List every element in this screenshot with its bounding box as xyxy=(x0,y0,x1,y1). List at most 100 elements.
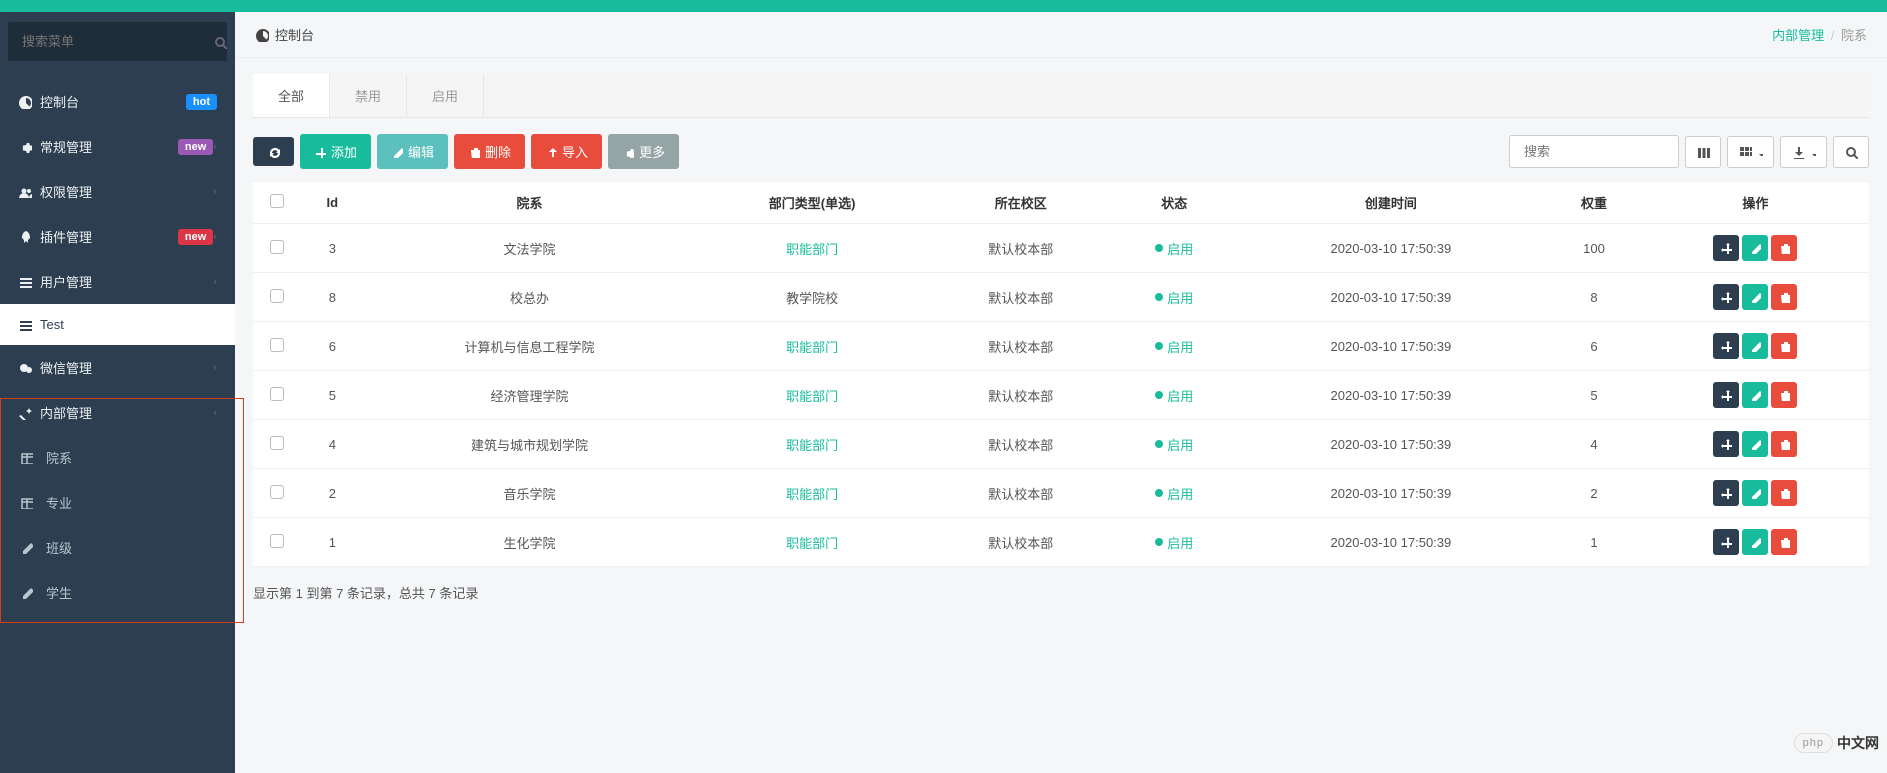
move-icon xyxy=(1720,340,1732,352)
row-delete-button[interactable] xyxy=(1771,529,1797,555)
add-button[interactable]: 添加 xyxy=(300,134,371,169)
row-delete-button[interactable] xyxy=(1771,480,1797,506)
sidebar-search-button[interactable] xyxy=(212,22,227,61)
toolbar: 添加 编辑 删除 导入 更多 xyxy=(253,118,1869,181)
sidebar-item-7[interactable]: 内部管理 ‹ xyxy=(0,390,235,435)
cell-weight: 100 xyxy=(1546,224,1641,273)
row-checkbox[interactable] xyxy=(270,436,284,450)
sidebar-item-3[interactable]: 插件管理 new ‹ xyxy=(0,214,235,259)
sidebar-item-4[interactable]: 用户管理 ‹ xyxy=(0,259,235,304)
search-toggle-button[interactable] xyxy=(1833,136,1869,168)
tab-1[interactable]: 禁用 xyxy=(330,74,407,117)
trash-icon xyxy=(1778,438,1790,450)
tab-2[interactable]: 启用 xyxy=(407,74,484,117)
sidebar-subitem-label: 班级 xyxy=(46,538,217,557)
search-icon xyxy=(1844,145,1858,159)
sidebar-item-2[interactable]: 权限管理 ‹ xyxy=(0,169,235,214)
move-icon xyxy=(1720,487,1732,499)
sidebar-subitem-0[interactable]: 院系 xyxy=(0,435,235,480)
row-edit-button[interactable] xyxy=(1742,333,1768,359)
row-delete-button[interactable] xyxy=(1771,235,1797,261)
row-delete-button[interactable] xyxy=(1771,284,1797,310)
move-icon xyxy=(1720,438,1732,450)
row-checkbox[interactable] xyxy=(270,387,284,401)
cell-actions xyxy=(1642,273,1869,322)
sidebar-item-6[interactable]: 微信管理 ‹ xyxy=(0,345,235,390)
grid-button[interactable] xyxy=(1727,136,1774,168)
chevron-left-icon: ‹ xyxy=(213,141,217,153)
row-edit-button[interactable] xyxy=(1742,235,1768,261)
row-edit-button[interactable] xyxy=(1742,480,1768,506)
sidebar-subitem-2[interactable]: 班级 xyxy=(0,525,235,570)
badge: new xyxy=(178,229,213,245)
trash-icon xyxy=(1778,487,1790,499)
sidebar-item-0[interactable]: 控制台 hot xyxy=(0,79,235,124)
edit-button[interactable]: 编辑 xyxy=(377,134,448,169)
cell-status[interactable]: 启用 xyxy=(1113,371,1236,420)
cell-campus: 默认校本部 xyxy=(929,518,1113,567)
row-move-button[interactable] xyxy=(1713,480,1739,506)
table-row: 4 建筑与城市规划学院 职能部门 默认校本部 启用 2020-03-10 17:… xyxy=(253,420,1869,469)
gear-icon xyxy=(18,140,40,154)
refresh-button[interactable] xyxy=(253,137,294,166)
main-area: 控制台 内部管理 / 院系 全部禁用启用 添加 编辑 xyxy=(235,12,1887,773)
row-move-button[interactable] xyxy=(1713,382,1739,408)
cell-weight: 1 xyxy=(1546,518,1641,567)
cell-id: 5 xyxy=(301,371,364,420)
columns-button[interactable] xyxy=(1685,136,1721,168)
row-edit-button[interactable] xyxy=(1742,382,1768,408)
cell-type: 职能部门 xyxy=(695,420,928,469)
row-edit-button[interactable] xyxy=(1742,284,1768,310)
row-edit-button[interactable] xyxy=(1742,431,1768,457)
top-bar xyxy=(0,0,1887,12)
sidebar-item-1[interactable]: 常规管理 new ‹ xyxy=(0,124,235,169)
row-move-button[interactable] xyxy=(1713,284,1739,310)
checkbox-all[interactable] xyxy=(270,194,284,208)
sidebar-search-input[interactable] xyxy=(8,22,212,61)
row-delete-button[interactable] xyxy=(1771,333,1797,359)
row-edit-button[interactable] xyxy=(1742,529,1768,555)
row-checkbox[interactable] xyxy=(270,534,284,548)
row-checkbox[interactable] xyxy=(270,240,284,254)
tab-0[interactable]: 全部 xyxy=(253,74,330,117)
cell-status[interactable]: 启用 xyxy=(1113,224,1236,273)
row-move-button[interactable] xyxy=(1713,529,1739,555)
row-delete-button[interactable] xyxy=(1771,431,1797,457)
row-move-button[interactable] xyxy=(1713,431,1739,457)
gear-icon xyxy=(622,146,634,158)
cell-status[interactable]: 启用 xyxy=(1113,322,1236,371)
breadcrumb-link-0[interactable]: 内部管理 xyxy=(1772,28,1824,43)
table-header-2: 院系 xyxy=(364,182,696,224)
cell-status[interactable]: 启用 xyxy=(1113,273,1236,322)
row-checkbox[interactable] xyxy=(270,338,284,352)
cell-type: 职能部门 xyxy=(695,469,928,518)
row-delete-button[interactable] xyxy=(1771,382,1797,408)
cell-name: 建筑与城市规划学院 xyxy=(364,420,696,469)
sidebar-subitem-1[interactable]: 专业 xyxy=(0,480,235,525)
export-button[interactable] xyxy=(1780,136,1827,168)
delete-button[interactable]: 删除 xyxy=(454,134,525,169)
table-header-8: 操作 xyxy=(1642,182,1869,224)
table-header-0[interactable] xyxy=(253,182,301,224)
cell-status[interactable]: 启用 xyxy=(1113,420,1236,469)
table-row: 6 计算机与信息工程学院 职能部门 默认校本部 启用 2020-03-10 17… xyxy=(253,322,1869,371)
data-table: Id院系部门类型(单选)所在校区状态创建时间权重操作 3 文法学院 职能部门 默… xyxy=(253,181,1869,567)
pencil-icon xyxy=(1749,438,1761,450)
sidebar-subitem-3[interactable]: 学生 xyxy=(0,570,235,615)
breadcrumb-current: 院系 xyxy=(1841,28,1867,43)
cell-status[interactable]: 启用 xyxy=(1113,469,1236,518)
more-button[interactable]: 更多 xyxy=(608,134,679,169)
cell-campus: 默认校本部 xyxy=(929,322,1113,371)
row-checkbox[interactable] xyxy=(270,485,284,499)
row-checkbox[interactable] xyxy=(270,289,284,303)
sidebar-item-5[interactable]: Test xyxy=(0,304,235,345)
move-icon xyxy=(1720,291,1732,303)
cell-id: 2 xyxy=(301,469,364,518)
import-button[interactable]: 导入 xyxy=(531,134,602,169)
row-move-button[interactable] xyxy=(1713,333,1739,359)
cell-status[interactable]: 启用 xyxy=(1113,518,1236,567)
cell-actions xyxy=(1642,224,1869,273)
sidebar-subitem-label: 学生 xyxy=(46,583,217,602)
table-search-input[interactable] xyxy=(1509,135,1679,168)
row-move-button[interactable] xyxy=(1713,235,1739,261)
